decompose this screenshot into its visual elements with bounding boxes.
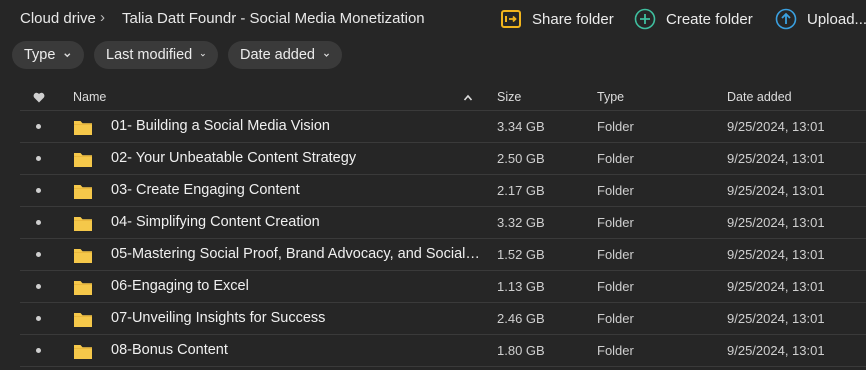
- row-marker: [36, 124, 41, 129]
- folder-icon: [74, 121, 92, 135]
- row-type: Folder: [597, 119, 634, 134]
- row-type: Folder: [597, 151, 634, 166]
- filter-date-added[interactable]: Date added: [228, 41, 342, 69]
- chevron-down-icon: [323, 53, 329, 57]
- column-header-date-added[interactable]: Date added: [727, 90, 792, 104]
- row-name: 05-Mastering Social Proof, Brand Advocac…: [111, 246, 481, 262]
- row-marker: [36, 188, 41, 193]
- row-size: 1.13 GB: [497, 279, 545, 294]
- filter-last-modified-label: Last modified: [106, 47, 193, 63]
- folder-icon: [74, 153, 92, 167]
- row-date: 9/25/2024, 13:01: [727, 343, 825, 358]
- row-type: Folder: [597, 343, 634, 358]
- column-header-size[interactable]: Size: [497, 90, 521, 104]
- share-folder-button[interactable]: Share folder: [500, 7, 614, 31]
- row-type: Folder: [597, 183, 634, 198]
- row-marker: [36, 284, 41, 289]
- create-folder-label: Create folder: [666, 10, 753, 28]
- column-header-type[interactable]: Type: [597, 90, 624, 104]
- folder-icon: [74, 313, 92, 327]
- row-name: 08-Bonus Content: [111, 342, 228, 358]
- filter-bar: Type Last modified Date added: [0, 41, 866, 69]
- row-size: 2.50 GB: [497, 151, 545, 166]
- file-list: 01- Building a Social Media Vision 3.34 …: [20, 111, 866, 367]
- row-type: Folder: [597, 247, 634, 262]
- folder-icon: [74, 249, 92, 263]
- create-folder-icon: [634, 8, 656, 30]
- folder-icon: [74, 185, 92, 199]
- upload-icon: [775, 8, 797, 30]
- row-type: Folder: [597, 215, 634, 230]
- row-size: 2.46 GB: [497, 311, 545, 326]
- share-folder-icon: [501, 10, 521, 28]
- row-date: 9/25/2024, 13:01: [727, 183, 825, 198]
- chevron-down-icon: [64, 53, 71, 58]
- row-date: 9/25/2024, 13:01: [727, 247, 825, 262]
- row-marker: [36, 156, 41, 161]
- breadcrumb-current[interactable]: Talia Datt Foundr - Social Media Monetiz…: [122, 10, 425, 27]
- row-marker: [36, 348, 41, 353]
- chevron-right-icon: ›: [100, 9, 105, 26]
- row-size: 2.17 GB: [497, 183, 545, 198]
- table-row[interactable]: 01- Building a Social Media Vision 3.34 …: [20, 111, 866, 143]
- row-date: 9/25/2024, 13:01: [727, 215, 825, 230]
- table-row[interactable]: 06-Engaging to Excel 1.13 GB Folder 9/25…: [20, 271, 866, 303]
- heart-icon[interactable]: [33, 92, 45, 103]
- row-name: 02- Your Unbeatable Content Strategy: [111, 150, 357, 166]
- row-name: 06-Engaging to Excel: [111, 278, 249, 294]
- top-bar: Cloud drive › Talia Datt Foundr - Social…: [0, 0, 866, 38]
- row-name: 01- Building a Social Media Vision: [111, 118, 330, 134]
- row-size: 3.32 GB: [497, 215, 545, 230]
- row-marker: [36, 316, 41, 321]
- row-date: 9/25/2024, 13:01: [727, 311, 825, 326]
- create-folder-button[interactable]: Create folder: [634, 7, 753, 31]
- table-row[interactable]: 02- Your Unbeatable Content Strategy 2.5…: [20, 143, 866, 175]
- row-date: 9/25/2024, 13:01: [727, 151, 825, 166]
- table-header: Name Size Type Date added: [20, 86, 866, 111]
- sort-ascending-icon[interactable]: [463, 94, 473, 102]
- row-name: 07-Unveiling Insights for Success: [111, 310, 326, 326]
- row-size: 3.34 GB: [497, 119, 545, 134]
- table-row[interactable]: 04- Simplifying Content Creation 3.32 GB…: [20, 207, 866, 239]
- column-header-name[interactable]: Name: [73, 90, 106, 104]
- folder-icon: [74, 217, 92, 231]
- upload-button[interactable]: Upload...: [775, 7, 866, 31]
- share-folder-label: Share folder: [532, 10, 614, 28]
- row-name: 03- Create Engaging Content: [111, 182, 300, 198]
- breadcrumb-root[interactable]: Cloud drive: [20, 10, 96, 27]
- row-marker: [36, 252, 41, 257]
- row-date: 9/25/2024, 13:01: [727, 119, 825, 134]
- table-row[interactable]: 07-Unveiling Insights for Success 2.46 G…: [20, 303, 866, 335]
- row-date: 9/25/2024, 13:01: [727, 279, 825, 294]
- row-size: 1.52 GB: [497, 247, 545, 262]
- filter-last-modified[interactable]: Last modified: [94, 41, 218, 69]
- table-row[interactable]: 03- Create Engaging Content 2.17 GB Fold…: [20, 175, 866, 207]
- row-type: Folder: [597, 311, 634, 326]
- folder-icon: [74, 345, 92, 359]
- filter-type-label: Type: [24, 47, 56, 63]
- chevron-down-icon: [201, 53, 206, 57]
- row-name: 04- Simplifying Content Creation: [111, 214, 320, 230]
- table-row[interactable]: 08-Bonus Content 1.80 GB Folder 9/25/202…: [20, 335, 866, 367]
- row-type: Folder: [597, 279, 634, 294]
- filter-date-added-label: Date added: [240, 47, 315, 63]
- folder-icon: [74, 281, 92, 295]
- table-row[interactable]: 05-Mastering Social Proof, Brand Advocac…: [20, 239, 866, 271]
- filter-type[interactable]: Type: [12, 41, 84, 69]
- row-size: 1.80 GB: [497, 343, 545, 358]
- upload-label: Upload...: [807, 10, 866, 28]
- row-marker: [36, 220, 41, 225]
